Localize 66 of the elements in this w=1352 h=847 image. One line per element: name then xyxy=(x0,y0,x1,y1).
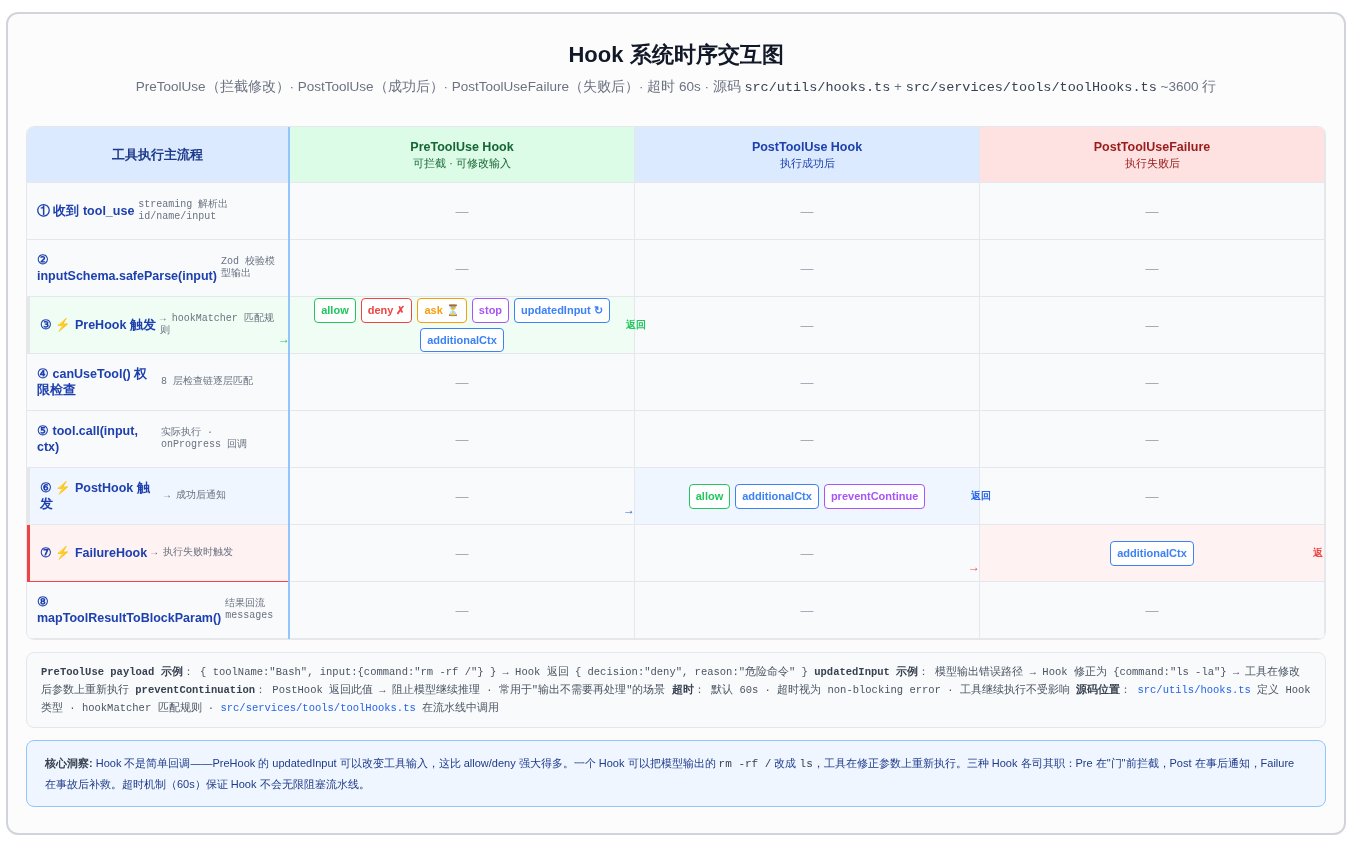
hook-title: PostToolUseFailure xyxy=(1093,138,1211,156)
hook-result-tag: preventContinue xyxy=(823,484,926,509)
empty-dash: — xyxy=(455,430,469,449)
hook-result-tag: additionalCtx xyxy=(735,484,819,509)
empty-dash: — xyxy=(1145,601,1159,620)
step-note: 8 层检查链逐层匹配 xyxy=(161,376,254,389)
step-label: ② inputSchema.safeParse(input) xyxy=(37,252,217,285)
diagram-title: Hook 系统时序交互图 xyxy=(567,41,785,69)
empty-dash: — xyxy=(1145,202,1159,221)
empty-dash: — xyxy=(800,430,814,449)
diagram-subtitle: PreToolUse（拦截修改）· PostToolUse（成功后）· PostToolUseFailure（失败后）· 超时 60s · 源码 src/utils/hooks.ts + src/services/tools/toolHooks.ts ~3600 行 xyxy=(134,78,1218,97)
empty-dash: — xyxy=(800,316,814,335)
step-label: ⑦ ⚡ FailureHook xyxy=(40,545,148,562)
file-link[interactable]: src/utils/hooks.ts xyxy=(1137,684,1251,697)
step-note: Zod 校验模型输出 xyxy=(220,256,276,281)
arrow-icon: → xyxy=(968,561,980,574)
hook-result-tag: stop xyxy=(471,298,510,323)
insight-callout: 核心洞察: Hook 不是简单回调——PreHook 的 updatedInput 可以改变工具输入，这比 allow/deny 强大得多。一个 Hook 可以把模型输出的 rm -rf / 改成 ls，工具在修正参数上重新执行。三种 Hook 各司其职：Pre 在"门"前拦截，Post 在事后通知，Failure 在事故后补救。超时机制（60s）保证 Hook 不会无限阻塞流水线。 xyxy=(26,740,1326,808)
empty-dash: — xyxy=(800,202,814,221)
empty-dash: — xyxy=(800,259,814,278)
file-link[interactable]: src/services/tools/toolHooks.ts xyxy=(220,702,416,715)
step-label: ⑤ tool.call(input, ctx) xyxy=(37,423,139,456)
hook-subtitle: 执行失败后 xyxy=(1124,156,1180,172)
empty-dash: — xyxy=(1145,373,1159,392)
step-label: ① 收到 tool_use xyxy=(37,203,135,220)
empty-dash: — xyxy=(455,373,469,392)
hook-result-tag: additionalCtx xyxy=(1110,541,1194,566)
hook-result-tag: updatedInput ↻ xyxy=(514,298,610,323)
arrow-icon: → xyxy=(278,333,290,346)
empty-dash: — xyxy=(1145,430,1159,449)
empty-dash: — xyxy=(455,259,469,278)
empty-dash: — xyxy=(455,544,469,563)
hook-result-tag: ask ⏳ xyxy=(417,298,467,323)
step-label: ④ canUseTool() 权限检查 xyxy=(37,366,149,399)
empty-dash: — xyxy=(455,601,469,620)
step-note: 实际执行 · onProgress 回调 xyxy=(161,427,248,452)
return-label: 返回 xyxy=(626,320,646,331)
step-label: ⑥ ⚡ PostHook 触发 xyxy=(40,480,151,513)
empty-dash: — xyxy=(1145,487,1159,506)
step-note: → hookMatcher 匹配规则 xyxy=(159,313,275,338)
hook-result-tag: deny ✗ xyxy=(360,298,413,323)
step-label: ⑧ mapToolResultToBlockParam() xyxy=(37,594,222,627)
flow-header: 工具执行主流程 xyxy=(112,146,203,164)
hook-title: PostToolUse Hook xyxy=(751,138,863,156)
return-label: 返回 xyxy=(971,491,991,502)
empty-dash: — xyxy=(455,487,469,506)
step-note: → 执行失败时触发 xyxy=(151,547,235,560)
hook-subtitle: 可拦截 · 可修改输入 xyxy=(413,156,511,172)
empty-dash: — xyxy=(800,544,814,563)
step-note: → 成功后通知 xyxy=(164,490,227,503)
step-note: 结果回流 messages xyxy=(225,598,275,623)
empty-dash: — xyxy=(1145,316,1159,335)
step-note: streaming 解析出 id/name/input xyxy=(138,199,230,224)
empty-dash: — xyxy=(1145,259,1159,278)
return-label: 返 xyxy=(1313,548,1323,559)
empty-dash: — xyxy=(800,373,814,392)
arrow-icon: → xyxy=(623,504,635,517)
empty-dash: — xyxy=(455,202,469,221)
hook-subtitle: 执行成功后 xyxy=(779,156,835,172)
hook-result-tag: allow xyxy=(314,298,356,323)
empty-dash: — xyxy=(800,601,814,620)
hook-result-tag: additionalCtx xyxy=(420,327,504,353)
hook-result-tag: allow xyxy=(688,484,731,509)
step-label: ③ ⚡ PreHook 触发 xyxy=(40,317,156,334)
notes-paragraph: PreToolUse payload 示例： { toolName:"Bash", input:{command:"rm -rf /"} } → Hook 返回 { decision:"deny", reason:"危险命令" } updatedInput 示例： 模型输出错误路径 → Hook 修正为 {command:"ls -la"} → 工具在修改后参数上重新执行 preventContinuation： PostHook 返回此值 → 阻止模型继续推理 · 常用于"输出不需要再处理"的场景 超时： 默认 60s · 超时视为 non-blocking error · 工具继续执行不受影响 源码位置： src/utils/hooks.ts 定义 Hook 类型 · hookMatcher 匹配规则 · src/services/tools/toolHooks.ts 在流水线中调用 xyxy=(26,652,1326,729)
hook-title: PreToolUse Hook xyxy=(410,138,514,156)
